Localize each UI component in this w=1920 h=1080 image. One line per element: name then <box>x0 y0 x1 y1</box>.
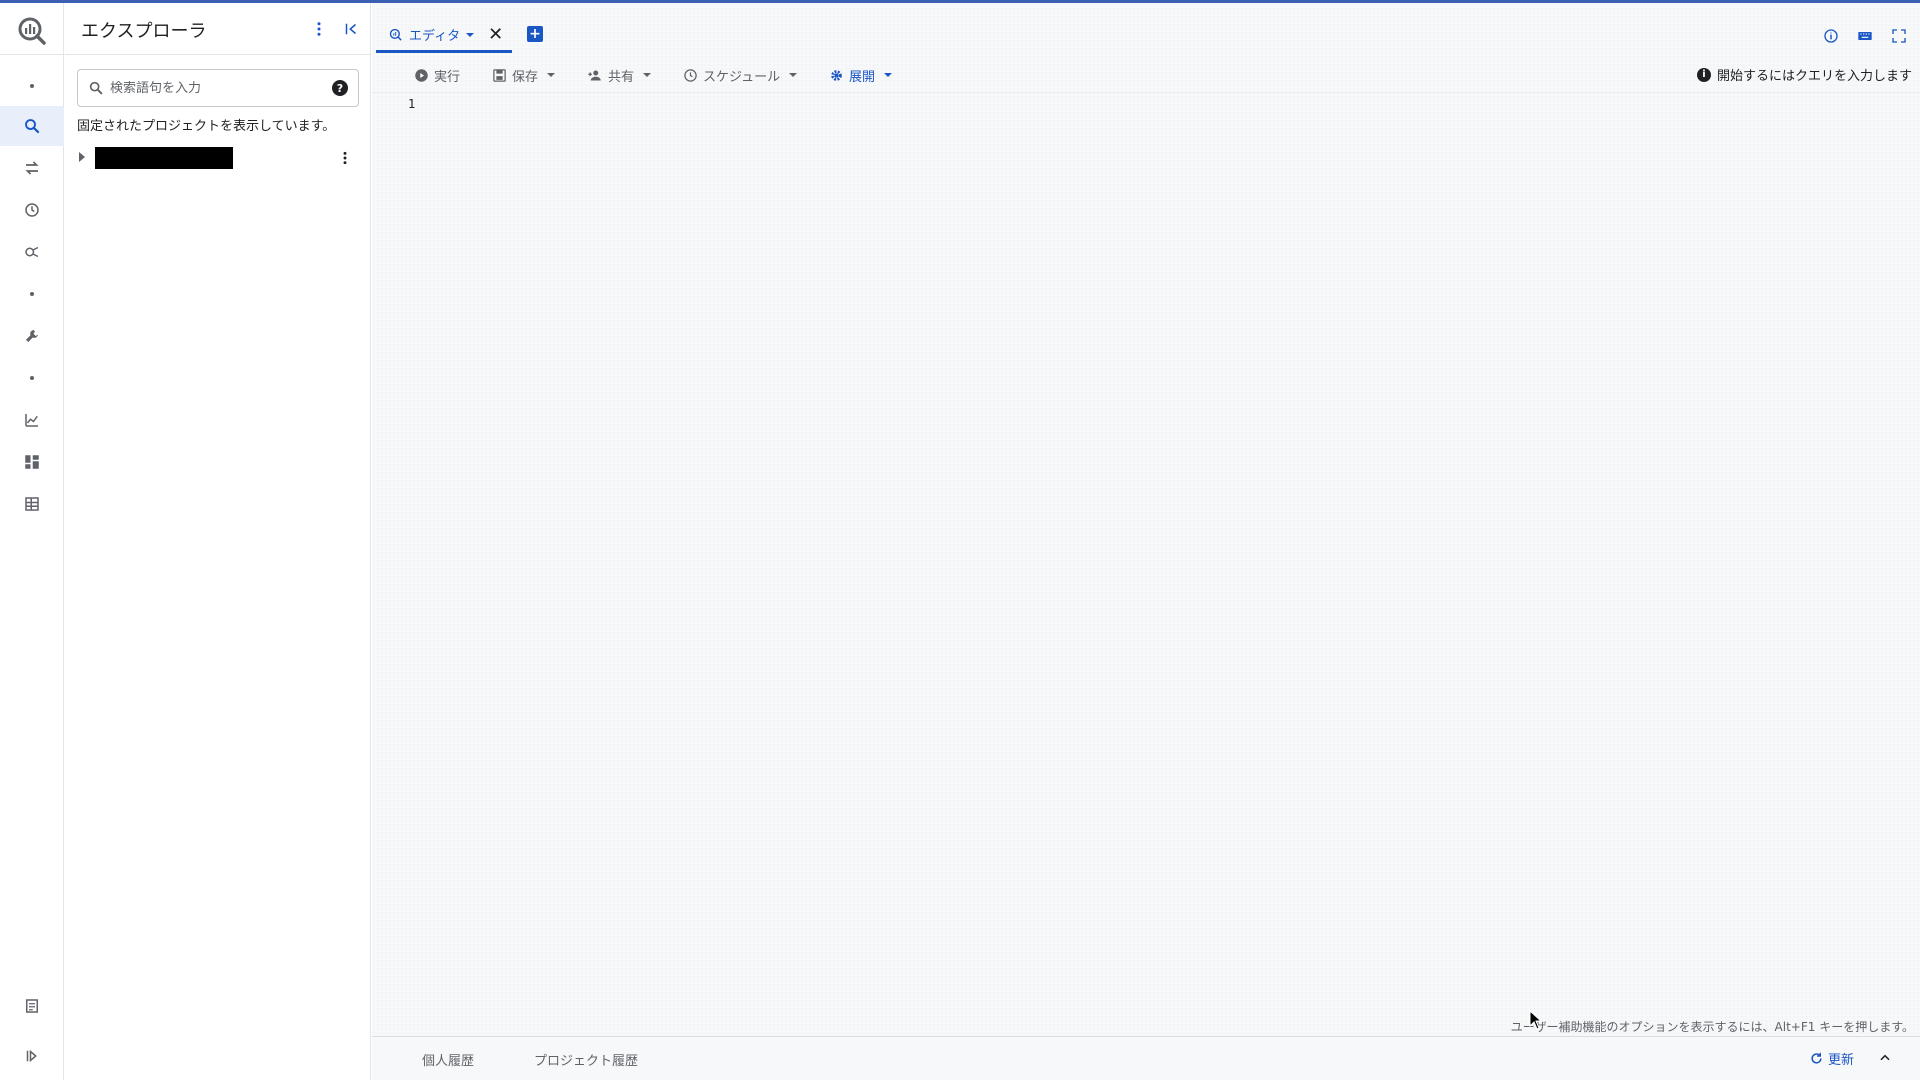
tab-menu-caret-icon[interactable] <box>466 32 475 37</box>
schedule-dropdown-caret-icon <box>789 73 798 77</box>
chevron-up-icon[interactable] <box>1878 1051 1892 1065</box>
run-label: 実行 <box>434 69 461 85</box>
person-add-icon <box>588 70 601 80</box>
dot-icon <box>30 292 34 296</box>
wrench-icon <box>26 330 38 342</box>
run-button[interactable]: 実行 <box>414 65 460 85</box>
tab-editor[interactable]: エディタ ✕ <box>376 19 512 53</box>
explorer-search-input[interactable] <box>110 80 320 96</box>
share-dropdown-caret-icon <box>643 73 652 77</box>
rail-item-dot-2[interactable] <box>0 274 64 314</box>
more-vert-icon <box>343 151 347 165</box>
analytics-hub-icon <box>25 246 39 258</box>
rail-divider <box>0 54 64 55</box>
pinned-projects-note: 固定されたプロジェクトを表示しています。 <box>77 119 336 134</box>
rail-item-dot-1[interactable] <box>0 66 64 106</box>
release-notes-icon <box>26 999 38 1013</box>
top-right-actions <box>1822 27 1908 45</box>
explorer-collapse-button[interactable] <box>339 17 363 41</box>
search-icon <box>25 119 40 134</box>
transfer-arrows-icon <box>25 161 39 175</box>
history-panel: 個人履歴 プロジェクト履歴 更新 <box>372 1036 1920 1080</box>
save-label: 保存 <box>512 69 539 85</box>
rail-item-analytics-hub[interactable] <box>0 232 64 272</box>
rail-item-transfers[interactable] <box>0 148 64 188</box>
rail-item-monitoring[interactable] <box>0 400 64 440</box>
play-circle-icon <box>415 68 428 82</box>
rail-item-dashboard[interactable] <box>0 442 64 482</box>
share-label: 共有 <box>608 69 635 85</box>
explorer-panel: エクスプローラ ? 固定されたプロジェクトを表示しています。 <box>65 3 433 1080</box>
tab-personal-history[interactable]: 個人履歴 <box>422 1050 474 1069</box>
table-icon <box>25 497 39 511</box>
rail-item-expand[interactable] <box>0 1036 64 1076</box>
clock-history-icon <box>25 203 39 217</box>
line-number: 1 <box>408 97 416 111</box>
rail-item-dot-3[interactable] <box>0 358 64 398</box>
tab-editor-label: エディタ <box>409 29 461 44</box>
left-nav-rail <box>0 3 64 1080</box>
query-hint-text: 開始するにはクエリを入力します <box>1716 69 1912 84</box>
refresh-label: 更新 <box>1827 1053 1854 1068</box>
save-dropdown-caret-icon <box>547 73 556 77</box>
fullscreen-icon[interactable] <box>1890 27 1908 45</box>
save-button[interactable]: 保存 <box>492 65 556 85</box>
collapse-left-icon <box>345 23 356 35</box>
query-hint: i 開始するにはクエリを入力します <box>1696 65 1912 84</box>
mouse-cursor-icon <box>1529 1010 1543 1030</box>
dot-icon <box>30 84 34 88</box>
explorer-more-button[interactable] <box>307 17 331 41</box>
deploy-label: 展開 <box>849 69 876 85</box>
save-icon <box>493 68 506 82</box>
gear-icon <box>831 69 842 81</box>
rail-item-scheduled[interactable] <box>0 190 64 230</box>
chart-icon <box>25 414 38 427</box>
expand-caret-icon[interactable] <box>79 152 85 162</box>
project-tree-row[interactable] <box>77 146 359 170</box>
explorer-search-box: ? <box>77 69 359 107</box>
accessibility-note: ユーザー補助機能のオプションを表示するには、Alt+F1 キーを押します。 <box>1510 1020 1914 1034</box>
bigquery-logo-icon[interactable] <box>16 15 48 47</box>
clock-icon <box>684 68 697 82</box>
close-icon[interactable]: ✕ <box>488 25 503 44</box>
tab-bar: エディタ ✕ + <box>372 3 1920 54</box>
share-button[interactable]: 共有 <box>586 65 652 85</box>
project-name-redacted <box>95 147 233 169</box>
refresh-icon <box>1811 1052 1822 1064</box>
new-tab-button[interactable]: + <box>527 26 543 42</box>
tab-project-history[interactable]: プロジェクト履歴 <box>534 1050 638 1069</box>
info-icon[interactable] <box>1822 27 1840 45</box>
dot-icon <box>30 376 34 380</box>
sql-editor[interactable] <box>428 93 1908 1013</box>
explorer-divider <box>65 54 371 55</box>
rail-item-search[interactable] <box>0 106 64 146</box>
help-icon[interactable]: ? <box>332 80 348 96</box>
more-vert-icon <box>317 22 321 36</box>
dashboard-icon <box>25 455 39 469</box>
keyboard-icon[interactable] <box>1856 27 1874 45</box>
rail-item-tables[interactable] <box>0 484 64 524</box>
info-filled-icon: i <box>1696 67 1711 82</box>
schedule-label: スケジュール <box>703 69 781 85</box>
deploy-dropdown-caret-icon <box>884 73 893 77</box>
query-icon <box>389 28 402 41</box>
project-more-button[interactable] <box>335 148 355 168</box>
editor-workspace: エディタ ✕ + 実行 保存 共有 スケジュール 展開 i 開始するにはクエリを… <box>372 3 1920 1080</box>
rail-item-release-notes[interactable] <box>0 986 64 1026</box>
rail-item-tools[interactable] <box>0 316 64 356</box>
schedule-button[interactable]: スケジュール <box>683 65 798 85</box>
deploy-button[interactable]: 展開 <box>829 65 893 85</box>
refresh-button[interactable]: 更新 <box>1809 1049 1854 1068</box>
query-toolbar: 実行 保存 共有 スケジュール 展開 i 開始するにはクエリを入力します <box>372 57 1920 93</box>
search-icon <box>89 81 103 95</box>
expand-rail-icon <box>26 1049 37 1063</box>
explorer-title: エクスプローラ <box>81 21 207 42</box>
